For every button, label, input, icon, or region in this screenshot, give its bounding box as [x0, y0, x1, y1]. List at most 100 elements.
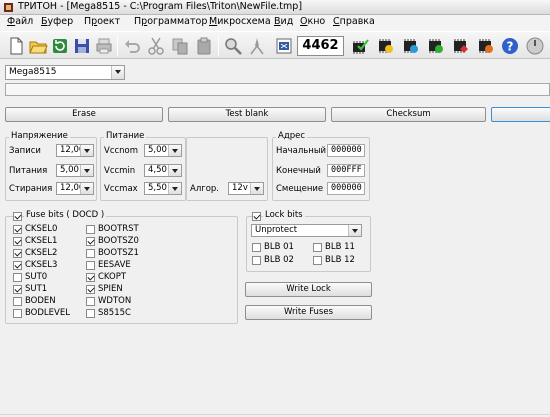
- next-action-button[interactable]: [491, 107, 550, 122]
- fuse-cksel0-checkbox[interactable]: [13, 225, 22, 234]
- blb11-checkbox[interactable]: [313, 243, 322, 252]
- chip-erase-icon[interactable]: [425, 36, 445, 56]
- find-icon[interactable]: [223, 36, 243, 56]
- address-end-field[interactable]: 000FFF: [327, 164, 365, 177]
- fuse-boden-checkbox[interactable]: [13, 297, 22, 306]
- new-file-icon[interactable]: [6, 36, 26, 56]
- fuse-cksel0-label: CKSEL0: [25, 224, 58, 234]
- fuse-bits-enable-checkbox[interactable]: [13, 212, 22, 221]
- menu-view[interactable]: Вид: [274, 16, 293, 27]
- save-icon[interactable]: [72, 36, 92, 56]
- print-icon[interactable]: [94, 36, 114, 56]
- fuse-cksel2-label: CKSEL2: [25, 248, 58, 258]
- erase-button[interactable]: Erase: [5, 107, 163, 122]
- chip-auto-icon[interactable]: [475, 36, 495, 56]
- voltage-write-select[interactable]: 12,00: [56, 144, 94, 157]
- chevron-down-icon[interactable]: [348, 225, 361, 236]
- paste-icon[interactable]: [194, 36, 214, 56]
- blb12-label: BLB 12: [325, 255, 355, 265]
- exit-icon[interactable]: [525, 36, 545, 56]
- menu-project[interactable]: Проект: [84, 16, 120, 27]
- menu-help[interactable]: Справка: [333, 16, 375, 27]
- undo-icon[interactable]: [122, 36, 142, 56]
- fuse-bootsz1-checkbox[interactable]: [86, 249, 95, 258]
- fuse-sut0-checkbox[interactable]: [13, 273, 22, 282]
- menu-chip[interactable]: Микросхема: [209, 16, 271, 27]
- voltage-label-write: Записи: [9, 146, 41, 156]
- menu-bar: Файл Буфер Проект Программатор Микросхем…: [0, 15, 550, 31]
- chip-verify-icon[interactable]: [350, 36, 370, 56]
- lock-mode-select[interactable]: Unprotect: [251, 224, 362, 237]
- test-blank-button[interactable]: Test blank: [168, 107, 326, 122]
- menu-programmer[interactable]: Программатор: [134, 16, 207, 27]
- fuse-bodlevel-checkbox[interactable]: [13, 309, 22, 318]
- write-fuses-button[interactable]: Write Fuses: [245, 305, 372, 320]
- fuse-sut0-label: SUT0: [25, 272, 48, 282]
- algorithm-label: Алгор.: [190, 184, 220, 194]
- fuse-boden-label: BODEN: [25, 296, 56, 306]
- chevron-down-icon[interactable]: [168, 165, 181, 176]
- chip-protect-icon[interactable]: [450, 36, 470, 56]
- fuse-eesave-label: EESAVE: [98, 260, 131, 270]
- menu-buffer[interactable]: Буфер: [41, 16, 73, 27]
- chip-read-icon[interactable]: [375, 36, 395, 56]
- checksum-button[interactable]: Checksum: [331, 107, 486, 122]
- fuse-wdton-checkbox[interactable]: [86, 297, 95, 306]
- chevron-down-icon[interactable]: [80, 145, 93, 156]
- blb02-checkbox[interactable]: [252, 256, 261, 265]
- voltage-supply-select[interactable]: 5,00: [56, 164, 94, 177]
- chevron-down-icon[interactable]: [250, 183, 263, 194]
- fuse-ckopt-label: CKOPT: [98, 272, 127, 282]
- lock-bits-enable-checkbox[interactable]: [252, 212, 261, 221]
- blb12-checkbox[interactable]: [313, 256, 322, 265]
- write-lock-button[interactable]: Write Lock: [245, 282, 372, 297]
- vccmax-select[interactable]: 5,50: [144, 182, 182, 195]
- replace-icon[interactable]: [247, 36, 267, 56]
- fuse-spien-checkbox[interactable]: [86, 285, 95, 294]
- progress-bar: [5, 83, 550, 96]
- fuse-s8515c-checkbox[interactable]: [86, 309, 95, 318]
- blb11-label: BLB 11: [325, 242, 355, 252]
- fuse-ckopt-checkbox[interactable]: [86, 273, 95, 282]
- export-icon[interactable]: [274, 36, 294, 56]
- refresh-icon[interactable]: [50, 36, 70, 56]
- fuse-bootsz0-checkbox[interactable]: [86, 237, 95, 246]
- chip-write-icon[interactable]: [400, 36, 420, 56]
- power-label-vccmax: Vccmax: [104, 184, 138, 194]
- help-icon[interactable]: ?: [500, 36, 520, 56]
- app-icon: [4, 3, 13, 12]
- fuse-cksel3-checkbox[interactable]: [13, 261, 22, 270]
- fuse-eesave-checkbox[interactable]: [86, 261, 95, 270]
- menu-window[interactable]: Окно: [300, 16, 325, 27]
- address-start-field[interactable]: 000000: [327, 144, 365, 157]
- fuse-bodlevel-label: BODLEVEL: [25, 308, 70, 318]
- chevron-down-icon[interactable]: [111, 66, 124, 79]
- chevron-down-icon[interactable]: [168, 183, 181, 194]
- fuse-bits-title: Fuse bits ( DOCD ): [24, 210, 107, 220]
- chevron-down-icon[interactable]: [80, 165, 93, 176]
- vccmin-select[interactable]: 4,50: [144, 164, 182, 177]
- copy-icon[interactable]: [170, 36, 190, 56]
- power-label-vccnom: Vccnom: [104, 146, 139, 156]
- fuse-cksel1-checkbox[interactable]: [13, 237, 22, 246]
- title-bar: ТРИТОН - [Mega8515 - C:\Program Files\Tr…: [0, 0, 550, 15]
- fuse-sut1-checkbox[interactable]: [13, 285, 22, 294]
- voltage-erase-select[interactable]: 12,00: [56, 182, 94, 195]
- algorithm-select[interactable]: 12v: [228, 182, 264, 195]
- device-select[interactable]: Mega8515: [5, 65, 125, 80]
- address-label-offset: Смещение: [276, 184, 324, 194]
- fuse-bootrst-checkbox[interactable]: [86, 225, 95, 234]
- vccnom-select[interactable]: 5,00: [144, 144, 182, 157]
- blb01-checkbox[interactable]: [252, 243, 261, 252]
- chevron-down-icon[interactable]: [168, 145, 181, 156]
- address-offset-field[interactable]: 000000: [327, 182, 365, 195]
- open-folder-icon[interactable]: [28, 36, 48, 56]
- fuse-bootsz1-label: BOOTSZ1: [98, 248, 139, 258]
- fuse-sut1-label: SUT1: [25, 284, 48, 294]
- fuse-cksel2-checkbox[interactable]: [13, 249, 22, 258]
- svg-text:?: ?: [507, 40, 514, 54]
- menu-file[interactable]: Файл: [7, 16, 33, 27]
- power-label-vccmin: Vccmin: [104, 166, 136, 176]
- chevron-down-icon[interactable]: [80, 183, 93, 194]
- cut-icon[interactable]: [146, 36, 166, 56]
